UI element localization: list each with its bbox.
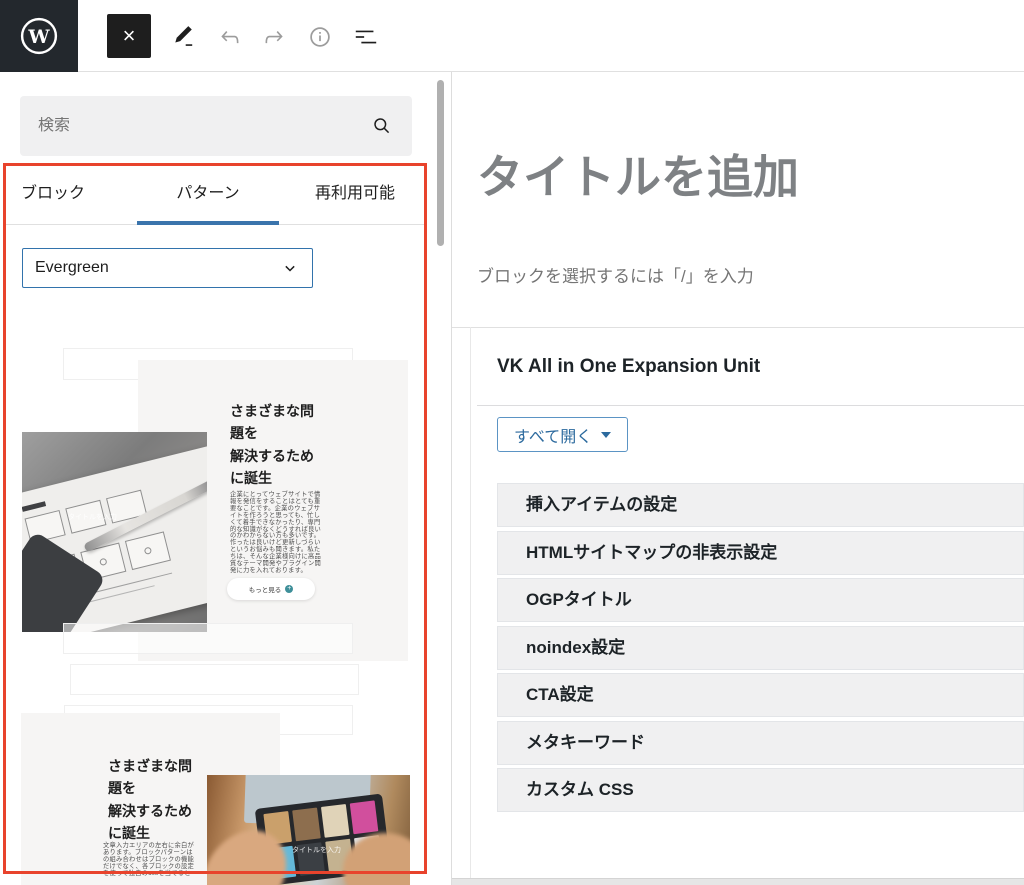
accordion-item-html-sitemap[interactable]: HTMLサイトマップの非表示設定: [497, 531, 1024, 575]
pattern1-heading: さまざまな問 題を 解決するため に誕生: [230, 400, 340, 490]
list-view-icon: [353, 24, 379, 50]
caret-down-icon: [601, 432, 611, 438]
vk-panel-divider: [477, 405, 1024, 406]
pattern1-notebook-photo: タイトルを入力: [22, 432, 207, 632]
editor-toolbar: W ×: [0, 0, 1024, 72]
accordion-item-noindex[interactable]: noindex設定: [497, 626, 1024, 670]
pattern1-image-caption: タイトルを入力: [68, 512, 117, 522]
more-label: もっと見る: [249, 584, 282, 594]
accordion-item-custom-css[interactable]: カスタム CSS: [497, 768, 1024, 812]
wordpress-block-editor: W ×: [0, 0, 1024, 885]
pattern-category-value: Evergreen: [35, 259, 109, 277]
active-tab-indicator: [137, 221, 279, 225]
details-button[interactable]: [307, 24, 333, 50]
tab-reusable[interactable]: 再利用可能: [300, 163, 410, 225]
search-icon: [370, 114, 394, 138]
sidebar-scrollbar[interactable]: [437, 80, 444, 246]
accordion-item-insert-settings[interactable]: 挿入アイテムの設定: [497, 483, 1024, 527]
close-icon: ×: [123, 23, 136, 49]
pattern2-tablet-photo: タイトルを入力: [207, 775, 410, 885]
block-search-box: [20, 96, 412, 156]
paragraph-block-placeholder[interactable]: ブロックを選択するには「/」を入力: [477, 262, 754, 287]
info-icon: [307, 24, 333, 50]
chevron-down-icon: [280, 258, 300, 278]
redo-button[interactable]: [261, 24, 287, 50]
accordion-item-ogp-title[interactable]: OGPタイトル: [497, 578, 1024, 622]
content-divider: [452, 327, 1024, 328]
post-title-input[interactable]: タイトルを追加: [477, 146, 799, 208]
canvas-bottom-edge: [452, 878, 1024, 885]
inserter-tabs: ブロック パターン 再利用可能: [3, 163, 427, 225]
vk-settings-accordion: 挿入アイテムの設定 HTMLサイトマップの非表示設定 OGPタイトル noind…: [497, 483, 1024, 816]
pencil-icon: [170, 24, 196, 50]
open-all-button[interactable]: すべて開く: [497, 417, 628, 452]
editor-canvas: タイトルを追加 ブロックを選択するには「/」を入力 VK All in One …: [452, 72, 1024, 885]
plus-circle-icon: +: [285, 585, 293, 593]
tab-patterns[interactable]: パターン: [137, 163, 279, 225]
vk-panel-title: VK All in One Expansion Unit: [497, 356, 760, 378]
tab-blocks[interactable]: ブロック: [21, 163, 85, 225]
pattern1-more-button: もっと見る +: [227, 578, 315, 600]
edit-mode-button[interactable]: [170, 24, 196, 50]
undo-icon: [217, 24, 243, 50]
pattern1-body-text: 企業にとってウェブサイトで情報を発信をすることはとても重要なことです。企業のウェ…: [230, 492, 324, 575]
block-search-input[interactable]: [38, 117, 370, 135]
tab-patterns-label: パターン: [176, 185, 239, 202]
pattern2-heading: さまざまな問 題を 解決するため に誕生: [108, 755, 218, 845]
block-inserter-panel: ブロック パターン 再利用可能 Evergreen: [0, 72, 452, 885]
accordion-item-cta[interactable]: CTA設定: [497, 673, 1024, 717]
undo-button[interactable]: [217, 24, 243, 50]
pattern-category-select[interactable]: Evergreen: [22, 248, 313, 288]
pattern2-image-caption: タイトルを入力: [292, 845, 341, 855]
wordpress-logo-button[interactable]: W: [0, 0, 78, 72]
redo-icon: [261, 24, 287, 50]
svg-text:W: W: [27, 26, 50, 48]
pattern2-body-text: 文章入力エリアの左右に余白があります。ブロックパターンはの組み合わせはブロックの…: [103, 843, 199, 878]
pattern-placeholder-box: [70, 664, 359, 695]
metabox-left-border: [470, 327, 471, 878]
accordion-item-meta-keywords[interactable]: メタキーワード: [497, 721, 1024, 765]
block-inserter-toggle-button[interactable]: ×: [107, 14, 151, 58]
list-view-button[interactable]: [353, 24, 379, 50]
wordpress-icon: W: [19, 16, 59, 56]
pattern-placeholder-box: [63, 623, 353, 654]
open-all-label: すべて開く: [514, 423, 592, 447]
